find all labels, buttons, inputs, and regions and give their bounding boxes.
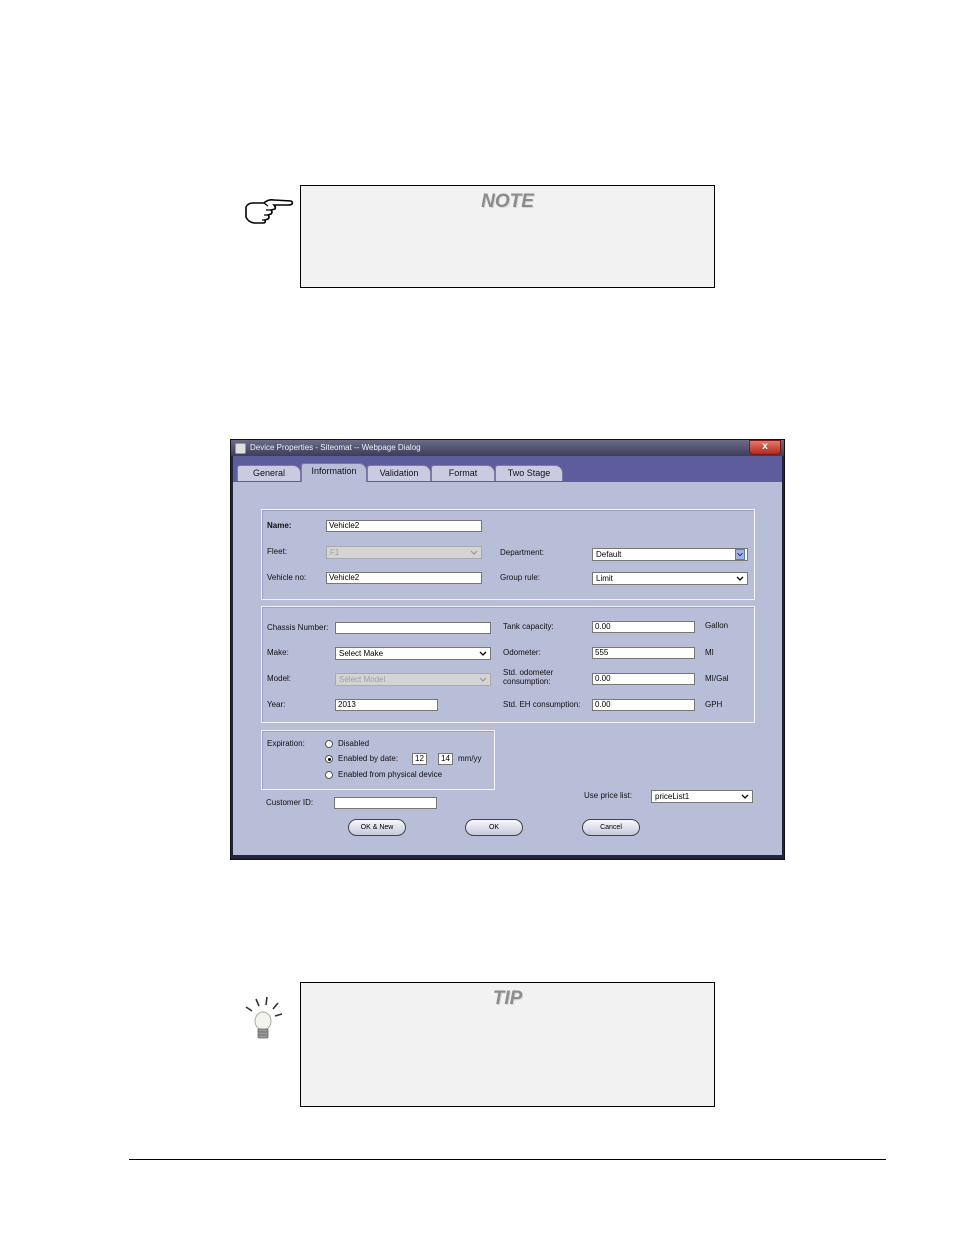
tab-two-stage[interactable]: Two Stage	[495, 465, 563, 481]
model-label: Model:	[267, 674, 292, 683]
year-input[interactable]: 2013	[335, 699, 438, 711]
odometer-unit: MI	[705, 648, 714, 657]
fleet-label: Fleet:	[267, 547, 288, 556]
chevron-down-icon	[741, 794, 749, 799]
group-rule-label: Group rule:	[500, 573, 541, 582]
expiration-month-input[interactable]: 12	[412, 753, 427, 765]
std-eh-input[interactable]: 0.00	[592, 699, 695, 711]
std-odometer-label-line2: consumption:	[503, 677, 551, 686]
department-label: Department:	[500, 548, 545, 557]
device-properties-dialog: Device Properties - Siteomat -- Webpage …	[230, 439, 785, 860]
tip-box: TIP	[300, 982, 715, 1107]
vehicle-specs-group: Chassis Number: Tank capacity: 0.00 Gall…	[261, 606, 755, 723]
expiration-label: Expiration:	[267, 739, 305, 748]
std-odometer-input[interactable]: 0.00	[592, 673, 695, 685]
ok-and-new-button[interactable]: OK & New	[348, 819, 406, 836]
chevron-down-icon	[735, 549, 745, 560]
note-title: NOTE	[481, 191, 534, 212]
chevron-down-icon	[470, 550, 478, 555]
customer-id-label: Customer ID:	[266, 798, 314, 807]
std-eh-unit: GPH	[705, 700, 723, 709]
information-panel: Name: Vehicle2 Fleet: F1 Department: Def…	[233, 482, 782, 855]
tip-title: TIP	[492, 988, 523, 1009]
cancel-button[interactable]: Cancel	[582, 819, 640, 836]
model-value: Select Model	[339, 675, 386, 684]
vehicle-identity-group: Name: Vehicle2 Fleet: F1 Department: Def…	[261, 509, 755, 600]
chevron-down-icon	[479, 677, 487, 682]
lightbulb-icon	[245, 996, 283, 1039]
std-eh-label: Std. EH consumption:	[503, 700, 581, 709]
group-rule-select[interactable]: Limit	[592, 572, 748, 585]
odometer-label: Odometer:	[503, 648, 541, 657]
close-button[interactable]: x	[749, 440, 781, 455]
radio-enabled-by-date[interactable]	[325, 755, 333, 763]
expiration-group: Expiration: Disabled Enabled by date: 12…	[261, 730, 495, 790]
radio-enabled-from-device-label: Enabled from physical device	[338, 770, 443, 779]
tab-format[interactable]: Format	[431, 465, 495, 481]
radio-enabled-from-device[interactable]	[325, 771, 333, 779]
expiration-format-label: mm/yy	[458, 754, 482, 763]
webpage-dialog-icon	[235, 443, 246, 454]
fleet-value: F1	[330, 548, 340, 557]
tab-general[interactable]: General	[237, 465, 301, 481]
radio-disabled-label: Disabled	[338, 739, 370, 748]
department-select[interactable]: Default	[592, 548, 748, 561]
ok-button[interactable]: OK	[465, 819, 523, 836]
chevron-down-icon	[479, 651, 487, 656]
odometer-input[interactable]: 555	[592, 647, 695, 659]
name-input[interactable]: Vehicle2	[326, 520, 482, 532]
group-rule-value: Limit	[596, 574, 613, 583]
chassis-number-input[interactable]	[335, 622, 491, 634]
make-label: Make:	[267, 648, 289, 657]
name-label: Name:	[267, 521, 292, 530]
fleet-select[interactable]: F1	[326, 546, 482, 559]
model-select[interactable]: Select Model	[335, 673, 491, 686]
radio-enabled-by-date-label: Enabled by date:	[338, 754, 399, 763]
tank-capacity-label: Tank capacity:	[503, 622, 554, 631]
make-value: Select Make	[339, 649, 384, 658]
vehicle-no-input[interactable]: Vehicle2	[326, 572, 482, 584]
pointing-hand-icon	[245, 199, 294, 224]
price-list-label: Use price list:	[584, 791, 633, 800]
customer-id-input[interactable]	[334, 797, 437, 809]
department-value: Default	[596, 550, 622, 559]
year-label: Year:	[267, 700, 286, 709]
expiration-year-input[interactable]: 14	[438, 753, 453, 765]
tank-capacity-unit: Gallon	[705, 621, 729, 630]
footer-rule	[129, 1159, 886, 1160]
price-list-select[interactable]: priceList1	[651, 790, 753, 803]
dialog-titlebar: Device Properties - Siteomat -- Webpage …	[231, 440, 784, 456]
vehicle-no-label: Vehicle no:	[267, 573, 307, 582]
make-select[interactable]: Select Make	[335, 647, 491, 660]
chevron-down-icon	[736, 576, 744, 581]
note-box: NOTE	[300, 185, 715, 288]
document-page: { "note": { "title": "NOTE" }, "tip": { …	[0, 0, 954, 1235]
price-list-value: priceList1	[655, 792, 690, 801]
std-odometer-unit: MI/Gal	[705, 674, 729, 683]
tank-capacity-input[interactable]: 0.00	[592, 621, 695, 633]
dialog-title: Device Properties - Siteomat -- Webpage …	[250, 443, 421, 452]
chassis-number-label: Chassis Number:	[267, 623, 329, 632]
tab-strip: General Information Validation Format Tw…	[233, 456, 782, 482]
radio-disabled[interactable]	[325, 740, 333, 748]
tab-validation[interactable]: Validation	[367, 465, 431, 481]
tab-information[interactable]: Information	[301, 463, 367, 482]
